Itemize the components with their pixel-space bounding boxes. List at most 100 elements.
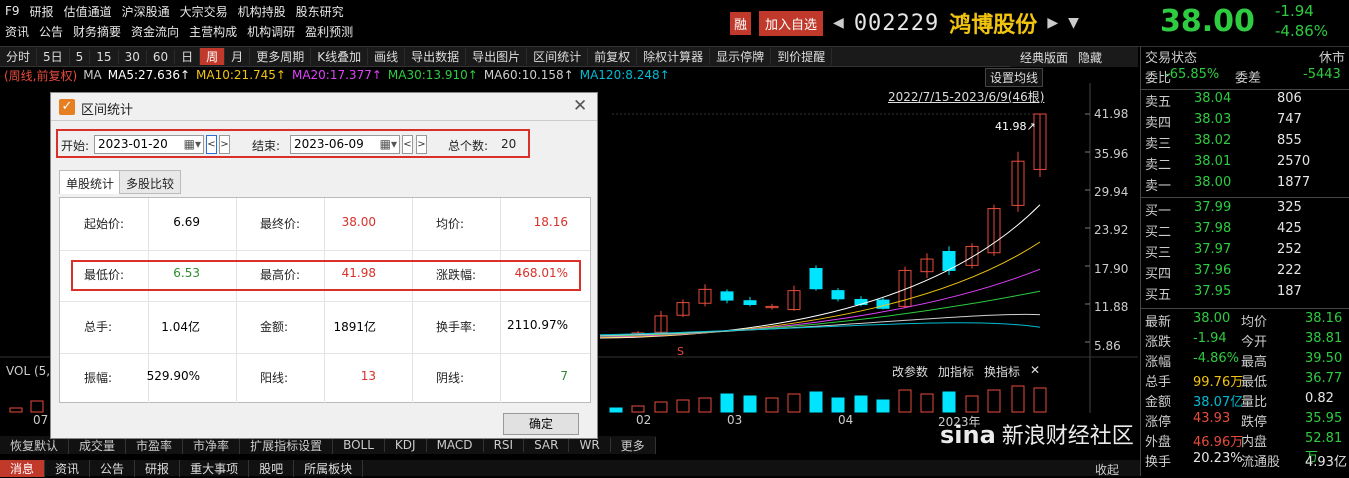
volume-bar — [1033, 387, 1047, 413]
top-menu-item[interactable]: 资金流向 — [131, 23, 179, 40]
toolbar-item[interactable]: 30 — [119, 49, 147, 64]
check-icon: ✓ — [59, 99, 75, 115]
toolbar-item[interactable]: 周 — [200, 48, 226, 65]
end-label: 结束: — [252, 139, 281, 153]
indicator-tab[interactable]: 更多 — [611, 436, 656, 454]
bottom-tab[interactable]: 公告 — [90, 459, 136, 477]
toolbar-item[interactable]: 日 — [175, 48, 201, 65]
close-vol-icon[interactable]: ✕ — [1030, 363, 1040, 380]
end-date-input[interactable]: 2023-06-09 ▦▾ — [290, 135, 400, 154]
next-stock-icon[interactable]: ▶ — [1047, 15, 1058, 31]
bottom-tab[interactable]: 股吧 — [249, 459, 295, 477]
ma-legend: (周线,前复权) MA MA5:27.636↑ MA10:21.745↑ MA20:… — [0, 67, 676, 83]
top-menu-item[interactable]: 估值通道 — [64, 3, 112, 20]
tab-single-stats[interactable]: 单股统计 — [59, 170, 122, 194]
indicator-tab[interactable]: KDJ — [385, 438, 427, 452]
prev-stock-icon[interactable]: ◀ — [833, 15, 844, 31]
top-menu-item[interactable]: 财务摘要 — [73, 23, 121, 40]
sina-watermark: sina 新浪财经社区 — [940, 418, 1134, 450]
switch-indicator-button[interactable]: 换指标 — [984, 363, 1020, 380]
top-menu-item[interactable]: 公告 — [39, 23, 63, 40]
collapse-button[interactable]: 收起 — [1095, 461, 1119, 478]
margin-badge[interactable]: 融 — [730, 11, 752, 35]
end-prev-button[interactable]: < — [402, 135, 413, 154]
top-menu-item[interactable]: 机构持股 — [238, 3, 286, 20]
toolbar-item[interactable]: 导出图片 — [466, 48, 528, 65]
stat-label: 外盘 — [1145, 435, 1172, 450]
top-menu-item[interactable]: 大宗交易 — [180, 3, 228, 20]
toolbar-item[interactable]: 区间统计 — [527, 48, 589, 65]
top-menu-item[interactable]: 主营构成 — [189, 23, 237, 40]
calendar-icon[interactable]: ▦▾ — [184, 137, 201, 151]
ok-button[interactable]: 确定 — [503, 413, 579, 435]
end-next-button[interactable]: > — [416, 135, 427, 154]
bottom-tab[interactable]: 重大事项 — [180, 459, 250, 477]
x-tick: 04 — [838, 413, 854, 427]
top-menu-item[interactable]: 机构调研 — [247, 23, 295, 40]
indicator-tab[interactable]: BOLL — [333, 438, 385, 452]
layout-button[interactable]: 经典版面 — [1020, 49, 1068, 66]
toolbar-item[interactable]: 前复权 — [588, 48, 638, 65]
top-menu-item[interactable]: 股东研究 — [296, 3, 344, 20]
toolbar-item[interactable]: 分时 — [0, 48, 38, 65]
indicator-tab[interactable]: RSI — [484, 438, 525, 452]
bottom-tab[interactable]: 所属板块 — [294, 459, 364, 477]
toolbar-item[interactable]: K线叠加 — [311, 48, 369, 65]
toolbar-item[interactable]: 月 — [225, 48, 251, 65]
panel-row: 涨幅 -4.86% 最高 39.50 — [1141, 351, 1349, 372]
stat-label: 起始价: — [84, 217, 125, 231]
volume-bar — [942, 391, 956, 413]
indicator-tab[interactable]: 成交量 — [69, 436, 127, 454]
start-date-input[interactable]: 2023-01-20 ▦▾ — [94, 135, 204, 154]
top-menu-item[interactable]: 资讯 — [5, 23, 29, 40]
bottom-tab[interactable]: 资讯 — [45, 459, 91, 477]
indicator-tab[interactable]: 恢复默认 — [0, 436, 70, 454]
top-menu-item[interactable]: 研报 — [30, 3, 54, 20]
ask-label: 卖四 — [1145, 116, 1172, 131]
menu-triangle-icon[interactable]: ▼ — [1068, 15, 1079, 31]
toolbar-item[interactable]: 60 — [147, 49, 176, 64]
indicator-tab[interactable]: 市盈率 — [126, 436, 184, 454]
bid-price: 37.95 — [1194, 284, 1232, 299]
stat-value: 6.69 — [173, 215, 200, 229]
indicator-tab[interactable]: 市净率 — [183, 436, 241, 454]
toolbar-item[interactable]: 导出数据 — [405, 48, 467, 65]
ask-label: 卖二 — [1145, 158, 1172, 173]
top-menu-item[interactable]: F9 — [5, 4, 20, 18]
panel-row: 买一 37.99 325 — [1141, 200, 1349, 221]
edit-params-button[interactable]: 改参数 — [892, 363, 928, 380]
start-prev-button[interactable]: < — [206, 135, 217, 154]
toolbar-item[interactable]: 除权计算器 — [637, 48, 711, 65]
top-menu-item[interactable]: 盈利预测 — [305, 23, 353, 40]
indicator-tab[interactable]: WR — [569, 438, 611, 452]
add-favorite-button[interactable]: 加入自选 — [759, 10, 824, 36]
top-menu-row-1: F9 研报 估值通道 沪深股通 大宗交易 机构持股 股东研究 — [0, 2, 344, 20]
add-indicator-button[interactable]: 加指标 — [938, 363, 974, 380]
volume-label: VOL (5, — [6, 364, 51, 378]
indicator-tab[interactable]: SAR — [524, 438, 570, 452]
toolbar-item[interactable]: 15 — [90, 49, 119, 64]
calendar-icon[interactable]: ▦▾ — [380, 137, 397, 151]
indicator-tab[interactable]: 扩展指标设置 — [240, 436, 334, 454]
toolbar-item[interactable]: 到价提醒 — [771, 48, 833, 65]
stat-label: 最高 — [1241, 355, 1268, 370]
top-menu-item[interactable]: 沪深股通 — [122, 3, 170, 20]
close-icon[interactable]: ✕ — [573, 96, 587, 116]
toolbar-item[interactable]: 5日 — [37, 48, 70, 65]
volume-bar — [631, 405, 645, 413]
toolbar-item[interactable]: 显示停牌 — [710, 48, 772, 65]
stat-value: 39.50 — [1305, 351, 1343, 366]
toolbar-item[interactable]: 画线 — [368, 48, 406, 65]
bottom-tab[interactable]: 研报 — [135, 459, 181, 477]
indicator-tab[interactable]: MACD — [427, 438, 484, 452]
hide-button[interactable]: 隐藏 — [1078, 49, 1102, 66]
toolbar-item[interactable]: 更多周期 — [250, 48, 312, 65]
tab-multi-compare[interactable]: 多股比较 — [119, 170, 182, 194]
bid-label: 买五 — [1145, 288, 1172, 303]
stat-label: 今开 — [1241, 335, 1268, 350]
bottom-tab[interactable]: 消息 — [0, 459, 46, 477]
start-next-button[interactable]: > — [219, 135, 230, 154]
bid-price: 37.97 — [1194, 242, 1232, 257]
toolbar-item[interactable]: 5 — [70, 49, 91, 64]
stat-value: 4.93亿 — [1305, 455, 1347, 470]
